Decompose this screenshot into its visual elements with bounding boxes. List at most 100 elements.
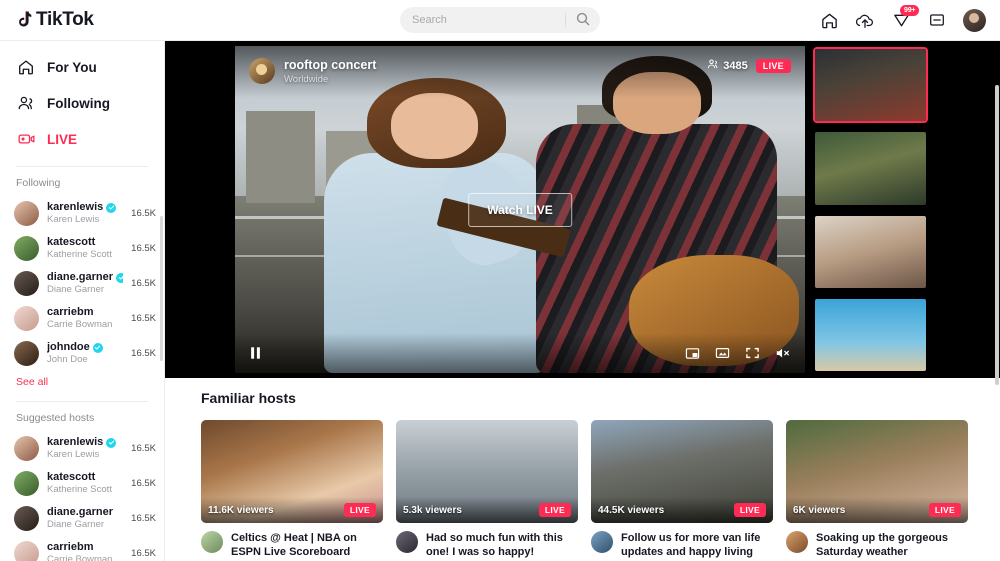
page-body: For You Following LIVE Following karenle… (0, 41, 1000, 561)
verified-icon (92, 342, 103, 353)
list-item[interactable]: carriebm Carrie Bowman 16.5K (0, 536, 164, 561)
home-icon[interactable] (819, 10, 839, 30)
card-overlay: 6K viewers LIVE (786, 497, 968, 523)
sidebar-scrollbar[interactable] (160, 216, 163, 361)
live-badge: LIVE (755, 58, 791, 73)
watch-live-button[interactable]: Watch LIVE (468, 192, 572, 227)
people-icon (707, 58, 719, 73)
username: johndoe (47, 341, 90, 353)
card-overlay: 11.6K viewers LIVE (201, 497, 383, 523)
username-row: katescott (47, 471, 123, 484)
user-meta: carriebm Carrie Bowman (47, 541, 123, 561)
card-caption: Celtics @ Heat | NBA on ESPN Live Scoreb… (231, 532, 357, 558)
card-thumbnail[interactable]: 5.3k viewers LIVE (396, 420, 578, 523)
avatar[interactable] (963, 8, 986, 32)
avatar[interactable] (396, 531, 418, 553)
tiktok-logo[interactable]: TikTok (14, 9, 94, 31)
live-card[interactable]: 44.5K viewers LIVE Follow us for more va… (591, 420, 773, 559)
search-button[interactable] (566, 7, 600, 33)
card-thumbnail[interactable]: 44.5K viewers LIVE (591, 420, 773, 523)
player-top-right: 3485 LIVE (707, 58, 791, 73)
username-row: diane.garner (47, 506, 123, 519)
avatar (14, 436, 39, 461)
messages-icon[interactable] (927, 10, 947, 30)
card-footer: Celtics @ Heat | NBA on ESPN Live Scoreb… (201, 523, 383, 559)
live-card[interactable]: 6K viewers LIVE Soaking up the gorgeous … (786, 420, 968, 559)
thumbnail-1[interactable] (813, 47, 928, 124)
player-area: rooftop concert Worldwide 3485 LIVE Watc… (165, 41, 1000, 378)
list-item[interactable]: diane.garner Diane Garner 16.5K (0, 501, 164, 536)
player-top-bar: rooftop concert Worldwide 3485 LIVE (235, 46, 805, 98)
live-card[interactable]: 11.6K viewers LIVE Celtics @ Heat | NBA … (201, 420, 383, 559)
username-row: karenlewis (47, 201, 123, 214)
username-row: johndoe (47, 341, 123, 354)
tiktok-logo-text: TikTok (36, 9, 94, 30)
theater-mode-icon[interactable] (715, 346, 730, 360)
username: diane.garner (47, 271, 114, 283)
live-video-player[interactable]: rooftop concert Worldwide 3485 LIVE Watc… (235, 46, 805, 373)
fullname: John Doe (47, 354, 88, 365)
avatar[interactable] (249, 58, 275, 84)
avatar (14, 236, 39, 261)
card-overlay: 5.3k viewers LIVE (396, 497, 578, 523)
follower-count: 16.5K (131, 348, 156, 359)
live-card[interactable]: 5.3k viewers LIVE Had so much fun with t… (396, 420, 578, 559)
fullname: Karen Lewis (47, 449, 100, 460)
avatar (14, 306, 39, 331)
username: katescott (47, 471, 96, 483)
fullname: Carrie Bowman (47, 319, 113, 330)
avatar (14, 201, 39, 226)
sidebar-item-following[interactable]: Following (0, 85, 164, 121)
card-viewer-count: 44.5K viewers (598, 504, 665, 516)
card-caption: Had so much fun with this one! I was so … (426, 532, 563, 558)
user-meta: katescott Katherine Scott (47, 236, 123, 261)
upload-icon[interactable] (855, 10, 875, 30)
fullname: Carrie Bowman (47, 554, 113, 561)
live-video-icon (16, 129, 36, 149)
fullscreen-icon[interactable] (745, 346, 760, 360)
card-thumbnail[interactable]: 6K viewers LIVE (786, 420, 968, 523)
card-thumbnail[interactable]: 11.6K viewers LIVE (201, 420, 383, 523)
pause-icon[interactable] (249, 346, 262, 360)
list-item[interactable]: katescott Katherine Scott 16.5K (0, 466, 164, 501)
list-item[interactable]: carriebm Carrie Bowman 16.5K (0, 301, 164, 336)
notifications-badge: 99+ (900, 5, 920, 16)
list-item[interactable]: katescott Katherine Scott 16.5K (0, 231, 164, 266)
thumbnail-3[interactable] (813, 214, 928, 290)
list-item[interactable]: diane.garner Diane Garner 16.5K (0, 266, 164, 301)
user-meta: karenlewis Karen Lewis (47, 436, 123, 461)
following-section-title: Following (16, 177, 61, 189)
search-bar[interactable] (400, 7, 600, 33)
avatar[interactable] (591, 531, 613, 553)
thumbnail-2[interactable] (813, 130, 928, 206)
avatar[interactable] (201, 531, 223, 553)
list-item[interactable]: johndoe John Doe 16.5K (0, 336, 164, 371)
live-badge: LIVE (343, 503, 376, 517)
list-item[interactable]: karenlewis Karen Lewis 16.5K (0, 196, 164, 231)
avatar[interactable] (786, 531, 808, 553)
avatar (14, 506, 39, 531)
sidebar-item-live[interactable]: LIVE (0, 121, 164, 157)
live-badge: LIVE (733, 503, 766, 517)
username-row: carriebm (47, 541, 123, 554)
notifications-icon[interactable]: 99+ (891, 5, 920, 30)
volume-muted-icon[interactable] (775, 346, 791, 360)
thumbnail-4[interactable] (813, 297, 928, 373)
main-scrollbar[interactable] (995, 85, 999, 385)
sidebar-item-for-you[interactable]: For You (0, 49, 164, 85)
search-input[interactable] (400, 14, 565, 26)
fullname: Diane Garner (47, 519, 105, 530)
familiar-hosts-cards: 11.6K viewers LIVE Celtics @ Heat | NBA … (165, 406, 1000, 559)
thumbnail-rail (813, 46, 928, 373)
sidebar: For You Following LIVE Following karenle… (0, 41, 165, 561)
fullname: Diane Garner (47, 284, 105, 295)
app-header: TikTok Search 99+ (0, 0, 1000, 41)
viewer-count: 3485 (707, 58, 748, 73)
picture-in-picture-icon[interactable] (685, 346, 700, 360)
sidebar-item-label: Following (47, 95, 110, 111)
see-all-link[interactable]: See all (0, 371, 164, 392)
fullname: Katherine Scott (47, 484, 112, 495)
stream-subtitle: Worldwide (284, 74, 329, 85)
follower-count: 16.5K (131, 548, 156, 559)
list-item[interactable]: karenlewis Karen Lewis 16.5K (0, 431, 164, 466)
